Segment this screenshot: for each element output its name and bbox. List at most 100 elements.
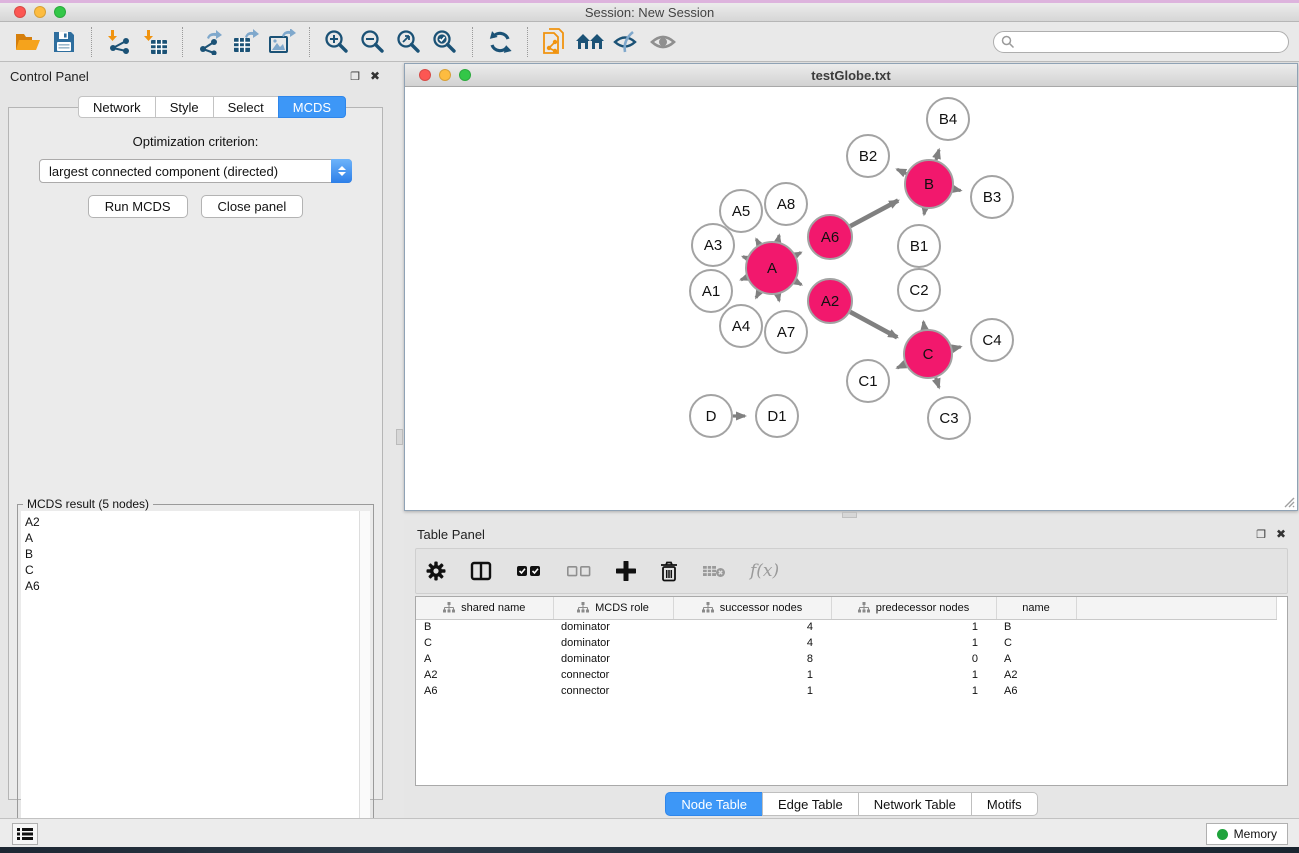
- table-cell[interactable]: 1: [831, 667, 996, 683]
- tab-network[interactable]: Network: [78, 96, 155, 118]
- graph-edge[interactable]: [743, 257, 747, 259]
- table-cell[interactable]: 8: [673, 651, 831, 667]
- export-image-button[interactable]: [264, 25, 300, 59]
- table-cell[interactable]: 1: [673, 683, 831, 699]
- result-list-item[interactable]: A: [25, 530, 355, 546]
- result-list-item[interactable]: C: [25, 562, 355, 578]
- new-network-from-file-button[interactable]: [537, 25, 573, 59]
- result-list-item[interactable]: A6: [25, 578, 355, 594]
- graph-edge[interactable]: [936, 150, 939, 160]
- result-scrollbar[interactable]: [359, 511, 370, 837]
- table-cell[interactable]: A6: [416, 683, 553, 699]
- splitter-grip-vertical[interactable]: [396, 429, 403, 445]
- graph-edge[interactable]: [741, 278, 747, 280]
- tab-network-table[interactable]: Network Table: [858, 792, 971, 816]
- result-list-item[interactable]: B: [25, 546, 355, 562]
- zoom-selected-button[interactable]: [427, 25, 463, 59]
- zoom-fit-button[interactable]: [391, 25, 427, 59]
- table-cell[interactable]: 4: [673, 635, 831, 651]
- table-cell[interactable]: C: [996, 635, 1076, 651]
- tab-mcds[interactable]: MCDS: [278, 96, 346, 118]
- table-row[interactable]: A6connector11A6: [416, 683, 1276, 699]
- tab-style[interactable]: Style: [155, 96, 213, 118]
- graph-edge[interactable]: [923, 322, 924, 330]
- column-header-name[interactable]: name: [996, 597, 1076, 619]
- close-panel-icon[interactable]: ✖: [370, 69, 380, 83]
- graph-edge[interactable]: [756, 239, 759, 244]
- select-all-columns-button[interactable]: [516, 564, 542, 578]
- hide-graphics-button[interactable]: [609, 25, 645, 59]
- graph-edge[interactable]: [953, 189, 960, 190]
- table-cell[interactable]: A: [996, 651, 1076, 667]
- column-header-shared-name[interactable]: shared name: [416, 597, 553, 619]
- minimize-window-button[interactable]: [34, 6, 46, 18]
- create-column-button[interactable]: [616, 561, 636, 581]
- refresh-button[interactable]: [482, 25, 518, 59]
- tab-edge-table[interactable]: Edge Table: [762, 792, 858, 816]
- column-header-successor-nodes[interactable]: successor nodes: [673, 597, 831, 619]
- export-network-button[interactable]: [192, 25, 228, 59]
- table-cell[interactable]: B: [996, 619, 1076, 635]
- graph-edge[interactable]: [795, 281, 801, 284]
- table-cell[interactable]: connector: [553, 667, 673, 683]
- home-legend-button[interactable]: [573, 25, 609, 59]
- run-mcds-button[interactable]: Run MCDS: [88, 195, 188, 218]
- table-cell[interactable]: 1: [831, 635, 996, 651]
- splitter-horizontal[interactable]: [404, 511, 1299, 519]
- zoom-window-button[interactable]: [54, 6, 66, 18]
- network-close-button[interactable]: [419, 69, 431, 81]
- graph-edge[interactable]: [756, 292, 759, 298]
- table-cell[interactable]: 0: [831, 651, 996, 667]
- network-minimize-button[interactable]: [439, 69, 451, 81]
- column-header-predecessor-nodes[interactable]: predecessor nodes: [831, 597, 996, 619]
- table-cell[interactable]: 1: [831, 683, 996, 699]
- export-table-button[interactable]: [228, 25, 264, 59]
- function-builder-button[interactable]: f(x): [750, 561, 779, 581]
- optimization-criterion-select[interactable]: largest connected component (directed): [39, 159, 352, 183]
- table-cell[interactable]: A6: [996, 683, 1076, 699]
- table-row[interactable]: Adominator80A: [416, 651, 1276, 667]
- graph-edge[interactable]: [778, 235, 779, 241]
- delete-table-button[interactable]: [702, 564, 726, 578]
- table-cell[interactable]: B: [416, 619, 553, 635]
- graph-edge[interactable]: [778, 294, 779, 300]
- close-table-panel-icon[interactable]: ✖: [1276, 527, 1286, 541]
- table-row[interactable]: A2connector11A2: [416, 667, 1276, 683]
- show-graphics-button[interactable]: [645, 25, 681, 59]
- save-session-button[interactable]: [46, 25, 82, 59]
- table-cell[interactable]: connector: [553, 683, 673, 699]
- table-row[interactable]: Bdominator41B: [416, 619, 1276, 635]
- table-cell[interactable]: A: [416, 651, 553, 667]
- float-panel-icon[interactable]: ❐: [350, 70, 360, 83]
- float-table-panel-icon[interactable]: ❐: [1256, 528, 1266, 541]
- graph-edge[interactable]: [796, 253, 801, 256]
- zoom-out-button[interactable]: [355, 25, 391, 59]
- close-panel-button[interactable]: Close panel: [201, 195, 304, 218]
- graph-edge[interactable]: [924, 209, 925, 215]
- show-log-button[interactable]: [12, 823, 38, 845]
- table-settings-button[interactable]: [426, 561, 446, 581]
- graph-edge[interactable]: [897, 169, 906, 173]
- table-cell[interactable]: 4: [673, 619, 831, 635]
- table-cell[interactable]: dominator: [553, 635, 673, 651]
- table-cell[interactable]: A2: [416, 667, 553, 683]
- search-input[interactable]: [993, 31, 1289, 53]
- table-row[interactable]: Cdominator41C: [416, 635, 1276, 651]
- graph-edge[interactable]: [850, 312, 897, 337]
- zoom-in-button[interactable]: [319, 25, 355, 59]
- resize-grip-icon[interactable]: [1281, 494, 1295, 508]
- table-cell[interactable]: C: [416, 635, 553, 651]
- column-header-mcds-role[interactable]: MCDS role: [553, 597, 673, 619]
- memory-button[interactable]: Memory: [1206, 823, 1288, 845]
- open-file-button[interactable]: [10, 25, 46, 59]
- network-zoom-button[interactable]: [459, 69, 471, 81]
- tab-node-table[interactable]: Node Table: [665, 792, 762, 816]
- table-cell[interactable]: 1: [831, 619, 996, 635]
- tab-motifs[interactable]: Motifs: [971, 792, 1038, 816]
- tab-select[interactable]: Select: [213, 96, 278, 118]
- table-cell[interactable]: dominator: [553, 651, 673, 667]
- show-columns-button[interactable]: [470, 561, 492, 581]
- close-window-button[interactable]: [14, 6, 26, 18]
- table-cell[interactable]: 1: [673, 667, 831, 683]
- delete-column-button[interactable]: [660, 561, 678, 582]
